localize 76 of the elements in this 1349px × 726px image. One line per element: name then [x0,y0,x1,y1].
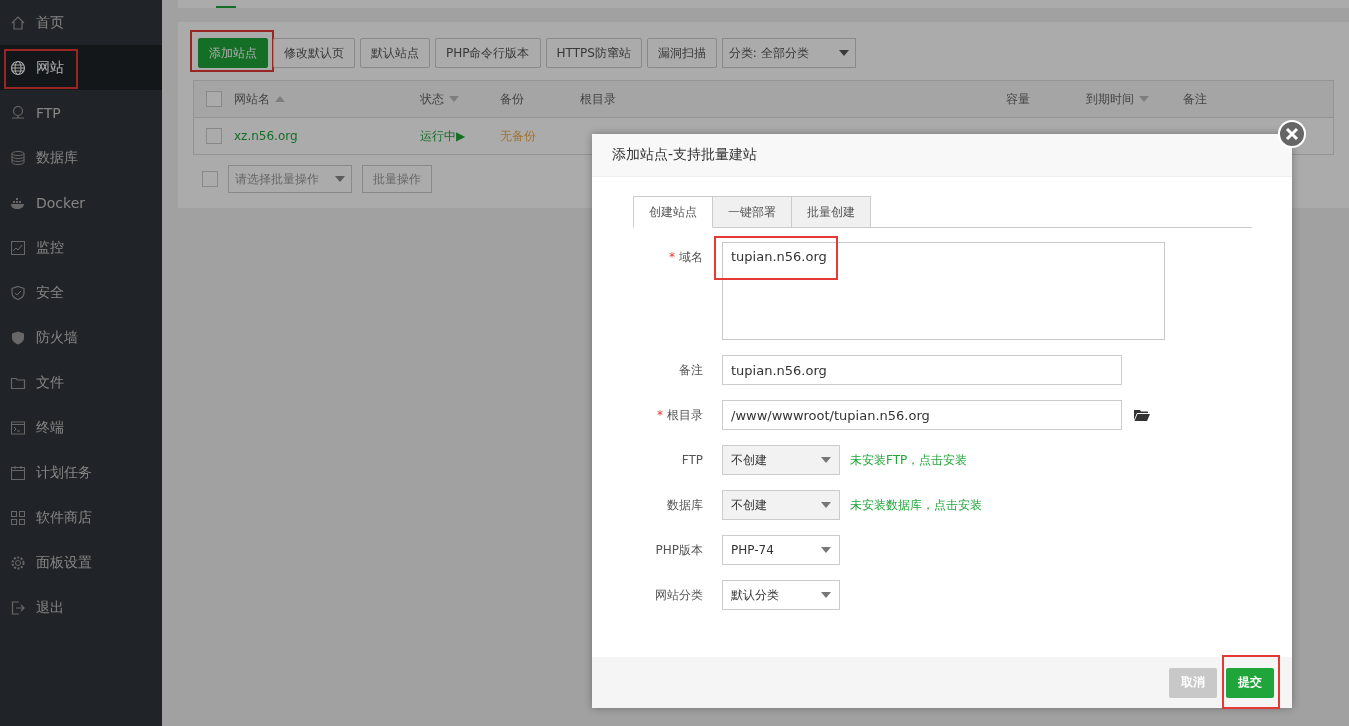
caret-icon [821,457,831,463]
grid-icon [10,509,26,526]
sidebar-item[interactable]: 计划任务 [0,450,162,495]
checkbox[interactable] [206,91,222,107]
required-mark: * [669,249,675,266]
toolbar-button[interactable]: PHP命令行版本 [435,38,541,68]
sidebar-item[interactable]: 软件商店 [0,495,162,540]
batch-select[interactable]: 请选择批量操作 [228,165,352,193]
sidebar-item[interactable]: 面板设置 [0,540,162,585]
caret-icon [335,176,345,182]
sidebar-item[interactable]: Docker [0,180,162,225]
tab[interactable]: 一键部署 [713,196,792,228]
checkbox[interactable] [202,171,218,187]
firewall-icon [10,329,26,346]
site-name-link[interactable]: xz.n56.org [234,129,298,143]
field-label: FTP [681,452,703,469]
globe-icon [10,59,26,76]
tab[interactable]: 批量创建 [792,196,871,228]
field-label: 网站分类 [655,587,703,604]
sidebar-item[interactable]: 退出 [0,585,162,630]
sidebar-item[interactable]: 终端 [0,405,162,450]
dialog-title: 添加站点-支持批量建站 [612,146,758,164]
required-mark: * [657,407,663,424]
sort-down-icon[interactable] [1139,96,1149,102]
sort-up-icon[interactable] [275,96,285,102]
column-header[interactable]: 网站名 [234,90,270,108]
select-field[interactable]: PHP-74 [722,535,840,565]
caret-icon [838,50,849,56]
monitor-icon [10,239,26,256]
tab[interactable]: 创建站点 [633,196,713,228]
column-header[interactable]: 备份 [500,90,524,108]
caret-icon [821,592,831,598]
toolbar-button[interactable]: 漏洞扫描 [646,38,717,68]
field-label: 域名 [679,249,703,266]
terminal-icon [10,419,26,436]
column-header[interactable]: 到期时间 [1086,90,1134,108]
field-label: 根目录 [667,407,703,424]
toolbar-button[interactable]: 默认站点 [360,38,430,68]
column-header[interactable]: 状态 [420,90,444,108]
toolbar-button[interactable]: 添加站点 [198,38,268,68]
submit-button[interactable]: 提交 [1226,667,1274,698]
folder-icon[interactable] [1134,409,1150,421]
database-icon [10,149,26,166]
path-field[interactable]: /www/wwwroot/tupian.n56.org [722,400,1122,430]
select-field[interactable]: 默认分类 [722,580,840,610]
sidebar-item[interactable]: 网站 [0,45,162,90]
caret-icon [821,502,831,508]
sidebar-item[interactable]: 首页 [0,0,162,45]
checkbox[interactable] [206,128,222,144]
status-text[interactable]: 运行中▶ [420,127,466,145]
gear-icon [10,554,26,571]
column-header[interactable]: 容量 [1006,90,1030,108]
exit-icon [10,599,26,616]
toolbar-button[interactable]: 修改默认页 [273,38,355,68]
shield-icon [10,284,26,301]
home-icon [10,14,26,31]
calendar-icon [10,464,26,481]
sidebar-item[interactable]: FTP [0,90,162,135]
category-select[interactable]: 分类: 全部分类 [721,38,856,68]
sort-down-icon[interactable] [449,96,459,102]
caret-icon [821,547,831,553]
toolbar-button[interactable]: HTTPS防窜站 [545,38,642,68]
input-field[interactable]: tupian.n56.org [722,355,1122,385]
sidebar-item[interactable]: 监控 [0,225,162,270]
sidebar-item[interactable]: 防火墙 [0,315,162,360]
batch-button[interactable]: 批量操作 [362,165,432,193]
column-header[interactable]: 根目录 [580,90,616,108]
sidebar-item[interactable]: 数据库 [0,135,162,180]
sidebar-item[interactable]: 文件 [0,360,162,405]
sidebar-item[interactable]: 安全 [0,270,162,315]
column-header[interactable]: 备注 [1183,90,1207,108]
domain-field[interactable]: tupian.n56.org [722,242,1165,340]
field-label: 数据库 [667,497,703,514]
ftp-icon [10,104,26,121]
field-label: PHP版本 [655,542,703,559]
field-label: 备注 [679,362,703,379]
